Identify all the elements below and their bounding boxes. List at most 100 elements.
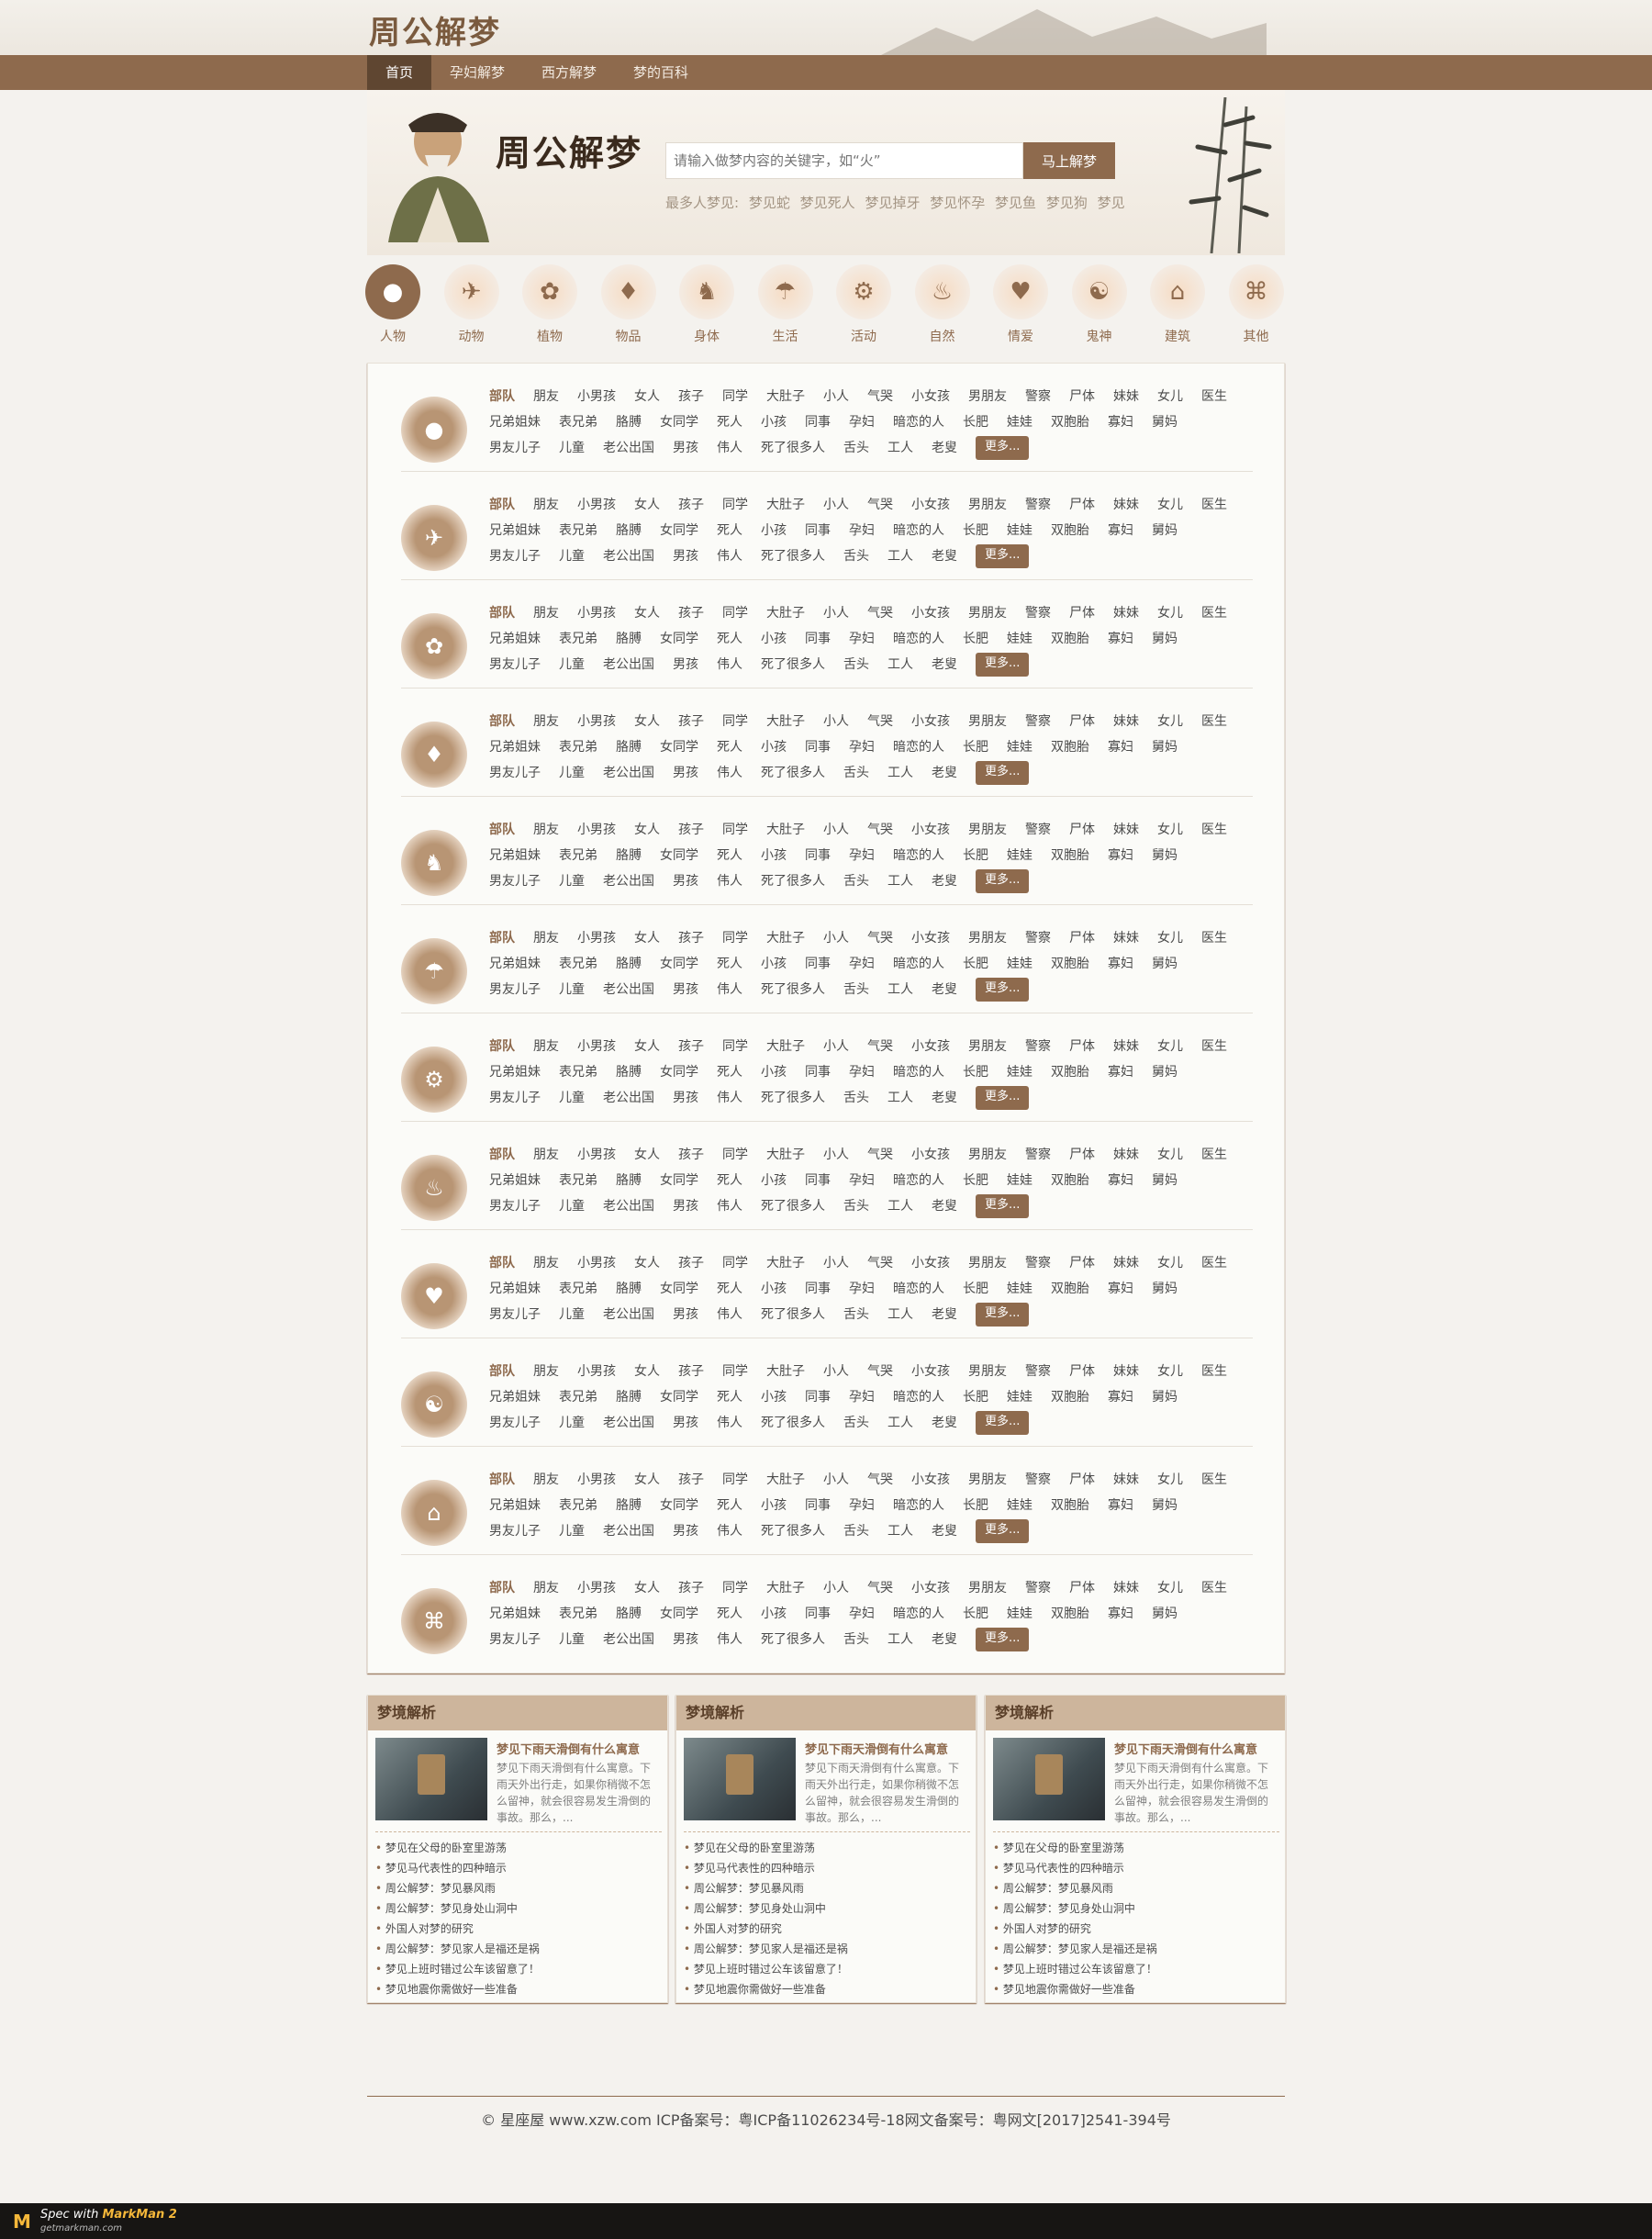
- keyword-link[interactable]: 表兄弟: [559, 1384, 597, 1410]
- keyword-link[interactable]: 大肚子: [766, 817, 805, 843]
- more-button[interactable]: 更多...: [976, 1628, 1030, 1651]
- keyword-link[interactable]: 娃娃: [1007, 626, 1032, 652]
- keyword-link[interactable]: 气哭: [867, 925, 893, 951]
- more-button[interactable]: 更多...: [976, 436, 1030, 460]
- keyword-link[interactable]: 部队: [489, 709, 515, 734]
- keyword-link[interactable]: 舌头: [843, 1302, 869, 1327]
- keyword-link[interactable]: 兄弟姐妹: [489, 1059, 541, 1085]
- keyword-link[interactable]: 工人: [887, 1085, 913, 1111]
- featured-article[interactable]: 梦见下雨天滑倒有什么寓意 梦见下雨天滑倒有什么寓意。下雨天外出行走，如果你稍微不怎…: [375, 1738, 660, 1824]
- keyword-link[interactable]: 女同学: [660, 734, 698, 760]
- keyword-link[interactable]: 双胞胎: [1051, 1276, 1089, 1302]
- keyword-link[interactable]: 舌头: [843, 435, 869, 461]
- keyword-link[interactable]: 暗恋的人: [893, 518, 944, 543]
- keyword-link[interactable]: 死人: [717, 626, 742, 652]
- keyword-link[interactable]: 老叟: [932, 1410, 957, 1436]
- keyword-link[interactable]: 舅妈: [1152, 518, 1178, 543]
- keyword-link[interactable]: 妹妹: [1113, 600, 1139, 626]
- keyword-link[interactable]: 工人: [887, 1410, 913, 1436]
- keyword-link[interactable]: 老公出国: [603, 1410, 654, 1436]
- keyword-link[interactable]: 女人: [634, 384, 660, 409]
- keyword-link[interactable]: 胳膊: [616, 1168, 642, 1193]
- keyword-link[interactable]: 部队: [489, 1250, 515, 1276]
- keyword-link[interactable]: 暗恋的人: [893, 843, 944, 868]
- keyword-link[interactable]: 男孩: [673, 543, 698, 569]
- keyword-link[interactable]: 老公出国: [603, 868, 654, 894]
- keyword-link[interactable]: 儿童: [559, 543, 585, 569]
- keyword-link[interactable]: 长肥: [963, 1059, 988, 1085]
- keyword-link[interactable]: 长肥: [963, 518, 988, 543]
- keyword-link[interactable]: 小人: [823, 709, 849, 734]
- keyword-link[interactable]: 老公出国: [603, 977, 654, 1002]
- keyword-link[interactable]: 同学: [722, 1034, 748, 1059]
- keyword-link[interactable]: 小孩: [761, 1493, 787, 1518]
- keyword-link[interactable]: 小女孩: [911, 492, 950, 518]
- keyword-link[interactable]: 舅妈: [1152, 843, 1178, 868]
- keyword-link[interactable]: 孕妇: [849, 1384, 875, 1410]
- keyword-link[interactable]: 部队: [489, 1359, 515, 1384]
- keyword-link[interactable]: 女人: [634, 1575, 660, 1601]
- keyword-link[interactable]: 同学: [722, 1250, 748, 1276]
- keyword-link[interactable]: 大肚子: [766, 925, 805, 951]
- keyword-link[interactable]: 医生: [1201, 925, 1227, 951]
- keyword-link[interactable]: 死人: [717, 1276, 742, 1302]
- keyword-link[interactable]: 气哭: [867, 1142, 893, 1168]
- keyword-link[interactable]: 男孩: [673, 1085, 698, 1111]
- keyword-link[interactable]: 舅妈: [1152, 409, 1178, 435]
- heart-icon[interactable]: ♥: [401, 1263, 467, 1329]
- keyword-link[interactable]: 双胞胎: [1051, 626, 1089, 652]
- more-button[interactable]: 更多...: [976, 761, 1030, 785]
- keyword-link[interactable]: 尸体: [1069, 817, 1095, 843]
- keyword-link[interactable]: 工人: [887, 1627, 913, 1652]
- keyword-link[interactable]: 同学: [722, 925, 748, 951]
- keyword-link[interactable]: 女同学: [660, 626, 698, 652]
- keyword-link[interactable]: 女同学: [660, 518, 698, 543]
- keyword-link[interactable]: 妹妹: [1113, 925, 1139, 951]
- keyword-link[interactable]: 男朋友: [968, 1575, 1007, 1601]
- featured-title[interactable]: 梦见下雨天滑倒有什么寓意: [805, 1740, 948, 1757]
- keyword-link[interactable]: 舌头: [843, 977, 869, 1002]
- keyword-link[interactable]: 双胞胎: [1051, 1168, 1089, 1193]
- keyword-link[interactable]: 寡妇: [1108, 1276, 1133, 1302]
- keyword-link[interactable]: 大肚子: [766, 1142, 805, 1168]
- keyword-link[interactable]: 女同学: [660, 1276, 698, 1302]
- keyword-link[interactable]: 暗恋的人: [893, 734, 944, 760]
- keyword-link[interactable]: 胳膊: [616, 1384, 642, 1410]
- keyword-link[interactable]: 女同学: [660, 1601, 698, 1627]
- keyword-link[interactable]: 朋友: [533, 1467, 559, 1493]
- keyword-link[interactable]: 警察: [1025, 1142, 1051, 1168]
- keyword-link[interactable]: 朋友: [533, 600, 559, 626]
- keyword-link[interactable]: 男朋友: [968, 600, 1007, 626]
- person-icon[interactable]: ●: [401, 397, 467, 463]
- keyword-link[interactable]: 舌头: [843, 543, 869, 569]
- keyword-link[interactable]: 男友儿子: [489, 1193, 541, 1219]
- keyword-link[interactable]: 儿童: [559, 1085, 585, 1111]
- keyword-link[interactable]: 女人: [634, 1250, 660, 1276]
- keyword-link[interactable]: 舌头: [843, 760, 869, 786]
- keyword-link[interactable]: 孕妇: [849, 1493, 875, 1518]
- keyword-link[interactable]: 双胞胎: [1051, 409, 1089, 435]
- category-command[interactable]: ⌘ 其他: [1228, 264, 1284, 345]
- keyword-link[interactable]: 尸体: [1069, 384, 1095, 409]
- keyword-link[interactable]: 部队: [489, 925, 515, 951]
- keyword-link[interactable]: 同学: [722, 1467, 748, 1493]
- keyword-link[interactable]: 娃娃: [1007, 951, 1032, 977]
- keyword-link[interactable]: 大肚子: [766, 1250, 805, 1276]
- keyword-link[interactable]: 舅妈: [1152, 1168, 1178, 1193]
- keyword-link[interactable]: 小孩: [761, 1601, 787, 1627]
- keyword-link[interactable]: 儿童: [559, 652, 585, 677]
- hot-link[interactable]: 梦见掉牙: [865, 195, 920, 211]
- article-link[interactable]: 外国人对梦的研究: [375, 1919, 662, 1939]
- keyword-link[interactable]: 同事: [805, 843, 831, 868]
- keyword-link[interactable]: 儿童: [559, 760, 585, 786]
- keyword-link[interactable]: 尸体: [1069, 1467, 1095, 1493]
- keyword-link[interactable]: 死了很多人: [761, 652, 825, 677]
- keyword-link[interactable]: 舌头: [843, 1085, 869, 1111]
- keyword-link[interactable]: 朋友: [533, 817, 559, 843]
- keyword-link[interactable]: 男友儿子: [489, 868, 541, 894]
- keyword-link[interactable]: 男朋友: [968, 1142, 1007, 1168]
- keyword-link[interactable]: 部队: [489, 817, 515, 843]
- keyword-link[interactable]: 兄弟姐妹: [489, 1601, 541, 1627]
- keyword-link[interactable]: 胳膊: [616, 518, 642, 543]
- keyword-link[interactable]: 工人: [887, 652, 913, 677]
